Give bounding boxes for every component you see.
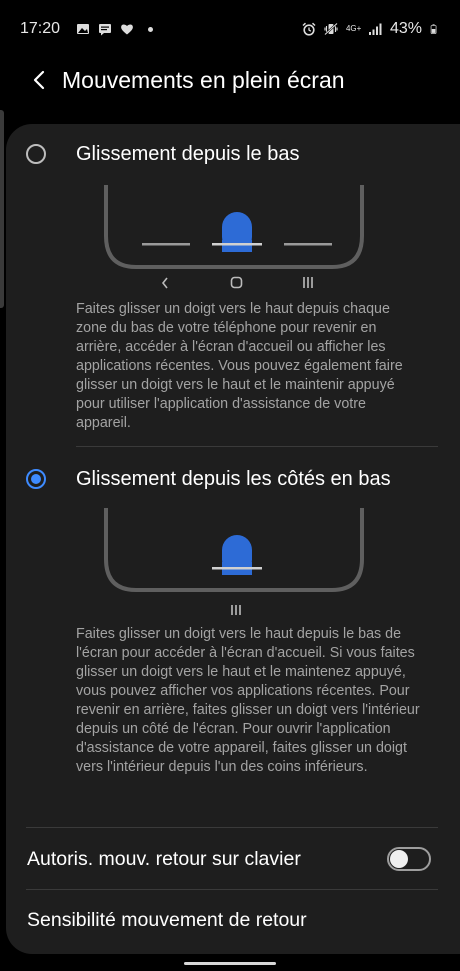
option-label: Glissement depuis les côtés en bas <box>76 467 391 490</box>
gesture-options-card: Glissement depuis le bas Faites glisser … <box>6 124 460 954</box>
network-type-label: 4G+ <box>345 24 362 33</box>
sides-swipe-illustration <box>104 508 364 615</box>
status-bar: 17:20 4G+ 43% <box>0 0 460 58</box>
divider <box>26 827 438 828</box>
vibrate-icon <box>324 22 338 36</box>
dot-icon <box>148 26 154 32</box>
heart-icon <box>121 24 133 35</box>
back-gesture-sensitivity-row[interactable]: Sensibilité mouvement de retour <box>6 890 460 950</box>
divider <box>76 446 438 447</box>
bottom-swipe-illustration <box>104 185 364 289</box>
home-nav-icon <box>230 276 243 289</box>
message-icon <box>99 24 112 36</box>
page-title: Mouvements en plein écran <box>62 66 345 93</box>
toggle-knob <box>390 850 408 868</box>
option-swipe-from-sides[interactable]: Glissement depuis les côtés en bas <box>6 457 460 501</box>
back-nav-icon <box>161 277 168 289</box>
signal-icon <box>368 23 382 35</box>
setting-label: Autoris. mouv. retour sur clavier <box>27 847 301 870</box>
radio-swipe-from-bottom[interactable] <box>26 144 46 164</box>
recents-nav-icon <box>231 605 241 615</box>
setting-label: Sensibilité mouvement de retour <box>27 908 307 931</box>
back-button[interactable] <box>22 63 56 97</box>
app-bar: Mouvements en plein écran <box>0 58 460 102</box>
option-description: Faites glisser un doigt vers le haut dep… <box>76 626 420 775</box>
option-label: Glissement depuis le bas <box>76 142 300 165</box>
home-indicator[interactable] <box>184 962 276 965</box>
status-bar-left: 17:20 <box>20 20 154 38</box>
chevron-left-icon <box>33 70 45 90</box>
keyboard-back-gesture-toggle[interactable] <box>387 847 431 871</box>
edge-panel-handle[interactable] <box>0 110 4 308</box>
keyboard-back-gesture-row[interactable]: Autoris. mouv. retour sur clavier <box>6 829 460 889</box>
status-bar-right: 4G+ 43% <box>302 20 440 38</box>
battery-icon <box>430 24 437 34</box>
image-icon <box>77 24 90 34</box>
alarm-icon <box>302 22 316 36</box>
option-swipe-from-bottom[interactable]: Glissement depuis le bas <box>6 132 460 176</box>
status-time: 17:20 <box>20 20 61 37</box>
recents-nav-icon <box>303 277 313 288</box>
radio-swipe-from-sides[interactable] <box>26 469 46 489</box>
battery-percent: 43% <box>389 20 422 37</box>
option-description: Faites glisser un doigt vers le haut dep… <box>76 301 403 431</box>
